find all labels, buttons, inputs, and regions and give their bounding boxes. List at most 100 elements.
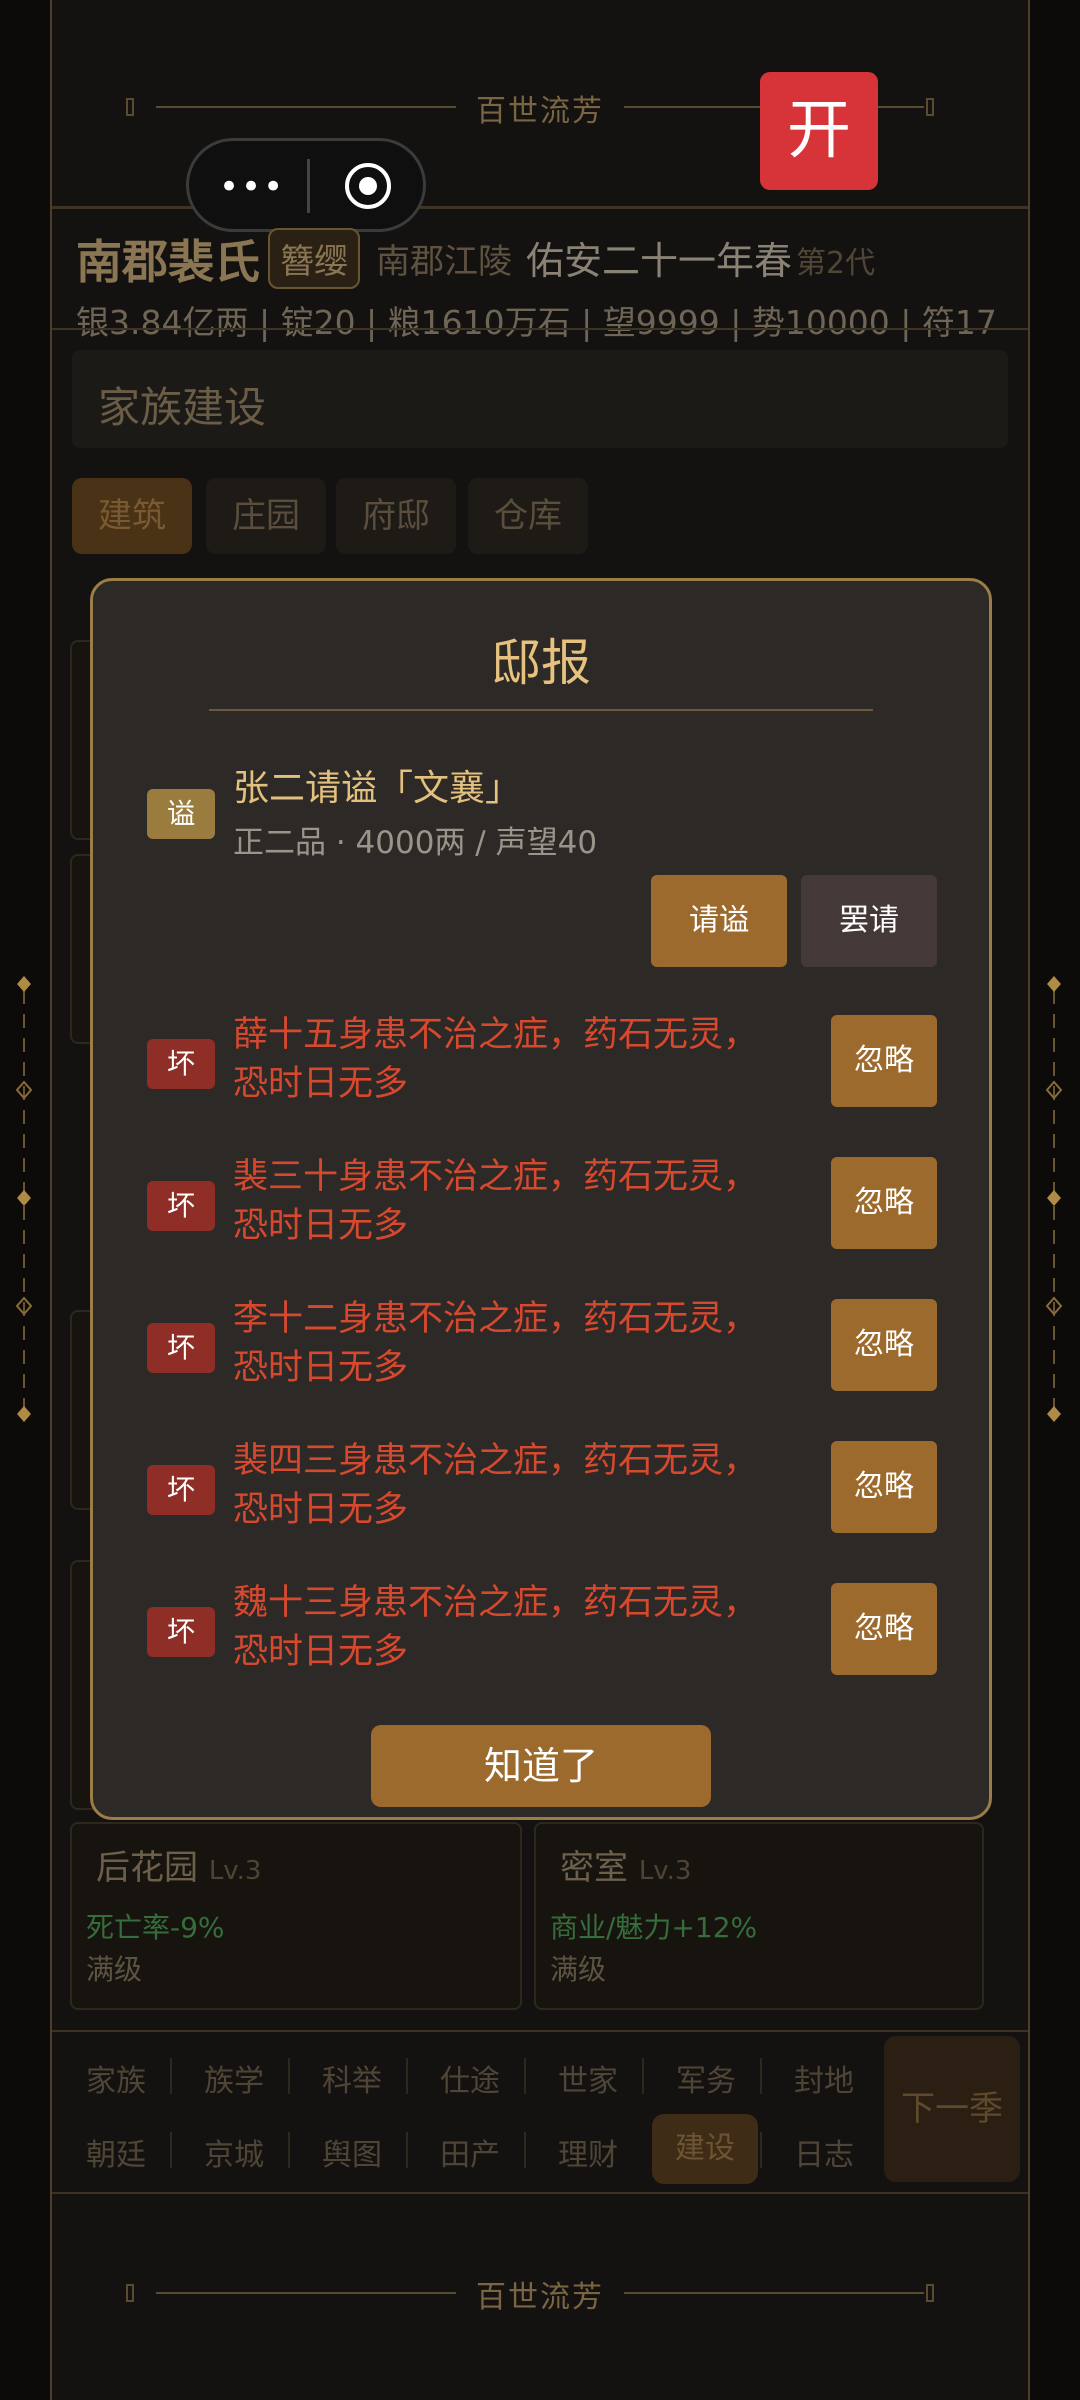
bottom-banner: 百世流芳 [0, 2258, 1080, 2328]
posthumous-request-cost: 正二品 · 4000两 / 声望40 [233, 825, 598, 861]
reject-posthumous-button[interactable]: 罢请 [801, 875, 937, 967]
bad-event-tag: 坏 [147, 1039, 215, 1089]
approve-posthumous-button[interactable]: 请谥 [651, 875, 787, 967]
bottom-nav: 家族 族学 科举 仕途 世家 军务 封地 朝廷 京城 舆图 田产 理财 建设 日… [52, 2030, 1028, 2194]
ignore-button[interactable]: 忽略 [831, 1441, 937, 1533]
nav-divider [406, 2058, 408, 2094]
card-effect: 死亡率-9% [86, 1911, 225, 1944]
section-header: 家族建设 [72, 350, 1008, 448]
event-line: 裴三十身患不治之症，药石无灵， [233, 1157, 759, 1197]
generation-label: 第2代 [796, 246, 876, 281]
mini-program-capsule: ••• [186, 138, 426, 232]
stats-divider [52, 328, 1028, 330]
nav-finance[interactable]: 理财 [530, 2130, 646, 2174]
nav-military[interactable]: 军务 [648, 2056, 764, 2100]
card-level: Lv.3 [638, 1856, 692, 1886]
clan-location: 南郡江陵 [376, 242, 512, 282]
ignore-button[interactable]: 忽略 [831, 1583, 937, 1675]
right-ornament [1045, 976, 1063, 1422]
ignore-button[interactable]: 忽略 [831, 1015, 937, 1107]
nav-noble-families[interactable]: 世家 [530, 2056, 646, 2100]
nav-court[interactable]: 朝廷 [58, 2130, 174, 2174]
dibao-dialog: 邸报 谥 张二请谥「文襄」 正二品 · 4000两 / 声望40 请谥 罢请 坏… [90, 578, 992, 1820]
nav-exam[interactable]: 科举 [294, 2056, 410, 2100]
current-season: 佑安二十一年春 [526, 239, 793, 283]
nav-divider [760, 2058, 762, 2094]
card-level: Lv.3 [208, 1856, 262, 1886]
event-text: 魏十三身患不治之症，药石无灵， 恐时日无多 [233, 1579, 793, 1677]
event-line: 恐时日无多 [233, 1632, 409, 1672]
event-text: 裴三十身患不治之症，药石无灵， 恐时日无多 [233, 1153, 793, 1251]
event-line: 恐时日无多 [233, 1490, 409, 1530]
tab-mansion[interactable]: 府邸 [336, 478, 456, 554]
bad-event-tag: 坏 [147, 1323, 215, 1373]
nav-divider [642, 2058, 644, 2094]
building-card-back-garden[interactable]: 后花园 Lv.3 死亡率-9% 满级 [70, 1822, 522, 2010]
tab-warehouse[interactable]: 仓库 [468, 478, 588, 554]
left-ornament [15, 976, 33, 1422]
card-title: 密室 Lv.3 [560, 1840, 691, 1889]
tab-buildings[interactable]: 建筑 [72, 478, 192, 554]
nav-divider [288, 2058, 290, 2094]
more-icon[interactable]: ••• [219, 167, 285, 207]
event-line: 薛十五身患不治之症，药石无灵， [233, 1015, 759, 1055]
nav-divider [288, 2132, 290, 2168]
ignore-button[interactable]: 忽略 [831, 1299, 937, 1391]
posthumous-request-title: 张二请谥「文襄」 [233, 768, 522, 809]
nav-divider [170, 2132, 172, 2168]
banner-cap-right [926, 2284, 934, 2302]
event-line: 魏十三身患不治之症，药石无灵， [233, 1583, 759, 1623]
open-button[interactable]: 开 [760, 72, 878, 190]
event-line: 恐时日无多 [233, 1206, 409, 1246]
nav-divider [524, 2132, 526, 2168]
resource-stats: 银3.84亿两 | 锭20 | 粮1610万石 | 望9999 | 势10000… [76, 303, 997, 342]
card-effect: 商业/魅力+12% [550, 1911, 758, 1944]
capsule-divider [307, 159, 310, 213]
banner-line-right [624, 2292, 924, 2294]
card-name: 密室 [560, 1848, 628, 1888]
bad-event-tag: 坏 [147, 1465, 215, 1515]
nav-capital[interactable]: 京城 [176, 2130, 292, 2174]
banner-text: 百世流芳 [476, 94, 604, 129]
clan-name: 南郡裴氏 [76, 235, 260, 289]
top-banner: 百世流芳 [0, 72, 1080, 142]
section-title: 家族建设 [98, 383, 267, 432]
ignore-button[interactable]: 忽略 [831, 1157, 937, 1249]
card-status: 满级 [550, 1953, 607, 1986]
acknowledge-button[interactable]: 知道了 [371, 1725, 711, 1807]
event-text: 裴四三身患不治之症，药石无灵， 恐时日无多 [233, 1437, 793, 1535]
dialog-divider [209, 709, 873, 711]
nav-fief[interactable]: 封地 [766, 2056, 882, 2100]
event-text: 李十二身患不治之症，药石无灵， 恐时日无多 [233, 1295, 793, 1393]
nav-divider [760, 2132, 762, 2168]
event-line: 恐时日无多 [233, 1064, 409, 1104]
event-line: 恐时日无多 [233, 1348, 409, 1388]
nav-log[interactable]: 日志 [766, 2130, 882, 2174]
building-card-secret-room[interactable]: 密室 Lv.3 商业/魅力+12% 满级 [534, 1822, 984, 2010]
nav-divider [524, 2058, 526, 2094]
nav-career[interactable]: 仕途 [412, 2056, 528, 2100]
event-text: 薛十五身患不治之症，药石无灵， 恐时日无多 [233, 1011, 793, 1109]
banner-text: 百世流芳 [476, 2280, 604, 2315]
nav-clan-school[interactable]: 族学 [176, 2056, 292, 2100]
card-name: 后花园 [96, 1848, 198, 1888]
nav-map[interactable]: 舆图 [294, 2130, 410, 2174]
event-line: 李十二身患不治之症，药石无灵， [233, 1299, 759, 1339]
banner-cap-right [926, 98, 934, 116]
nav-farmland[interactable]: 田产 [412, 2130, 528, 2174]
dialog-title: 邸报 [491, 634, 591, 692]
close-target-icon[interactable] [345, 163, 391, 209]
card-status: 满级 [86, 1953, 143, 1986]
card-title: 后花园 Lv.3 [96, 1840, 261, 1889]
nav-construction[interactable]: 建设 [652, 2114, 758, 2184]
bad-event-tag: 坏 [147, 1607, 215, 1657]
nav-divider [406, 2132, 408, 2168]
posthumous-tag: 谥 [147, 789, 215, 839]
nav-divider [170, 2058, 172, 2094]
next-season-button[interactable]: 下一季 [884, 2036, 1020, 2182]
clan-rank-badge: 簪缨 [268, 228, 360, 289]
nav-family[interactable]: 家族 [58, 2056, 174, 2100]
bad-event-tag: 坏 [147, 1181, 215, 1231]
event-line: 裴四三身患不治之症，药石无灵， [233, 1441, 759, 1481]
tab-manor[interactable]: 庄园 [206, 478, 326, 554]
